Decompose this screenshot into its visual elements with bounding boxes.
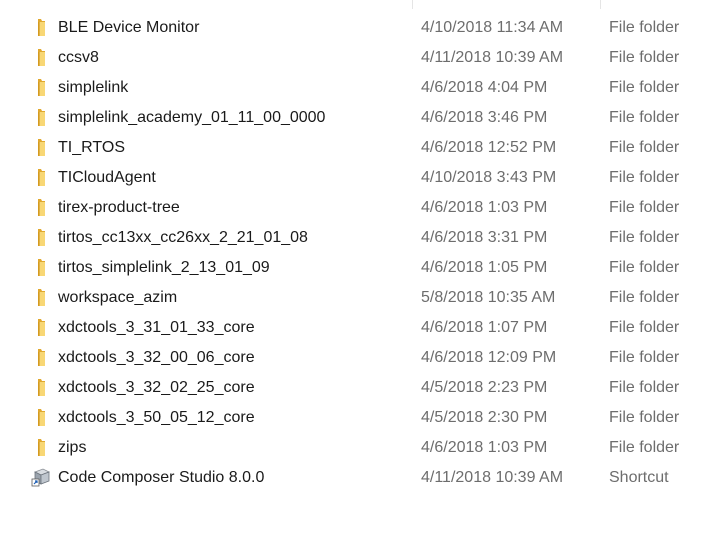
- file-type: File folder: [609, 319, 680, 336]
- file-date-modified: 4/10/2018 11:34 AM: [421, 19, 564, 36]
- file-name[interactable]: xdctools_3_31_01_33_core: [58, 313, 255, 343]
- file-date-modified: 4/6/2018 12:09 PM: [421, 349, 557, 366]
- file-name[interactable]: zips: [58, 433, 86, 463]
- file-date-modified: 4/6/2018 1:03 PM: [421, 199, 548, 216]
- file-date-modified: 4/10/2018 3:43 PM: [421, 169, 557, 186]
- file-row[interactable]: TI_RTOS 4/6/2018 12:52 PM File folder: [0, 133, 712, 163]
- file-row[interactable]: Code Composer Studio 8.0.0 4/11/2018 10:…: [0, 463, 712, 493]
- file-row[interactable]: ccsv8 4/11/2018 10:39 AM File folder: [0, 43, 712, 73]
- file-name[interactable]: BLE Device Monitor: [58, 13, 199, 43]
- folder-icon: [31, 137, 51, 157]
- folder-icon: [31, 47, 51, 67]
- file-type: File folder: [609, 349, 680, 366]
- file-type: Shortcut: [609, 469, 669, 486]
- folder-icon: [31, 77, 51, 97]
- file-type: File folder: [609, 109, 680, 126]
- file-row[interactable]: tirtos_cc13xx_cc26xx_2_21_01_08 4/6/2018…: [0, 223, 712, 253]
- file-type: File folder: [609, 289, 680, 306]
- file-name[interactable]: TICloudAgent: [58, 163, 156, 193]
- file-date-modified: 4/6/2018 3:31 PM: [421, 229, 548, 246]
- file-type: File folder: [609, 379, 680, 396]
- file-row[interactable]: xdctools_3_32_00_06_core 4/6/2018 12:09 …: [0, 343, 712, 373]
- column-divider-date[interactable]: [412, 0, 413, 9]
- file-name[interactable]: tirtos_simplelink_2_13_01_09: [58, 253, 270, 283]
- file-date-modified: 4/6/2018 12:52 PM: [421, 139, 557, 156]
- file-type: File folder: [609, 259, 680, 276]
- file-date-modified: 5/8/2018 10:35 AM: [421, 289, 556, 306]
- file-date-modified: 4/11/2018 10:39 AM: [421, 49, 564, 66]
- file-date-modified: 4/6/2018 4:04 PM: [421, 79, 548, 96]
- file-date-modified: 4/6/2018 1:05 PM: [421, 259, 548, 276]
- folder-icon: [31, 107, 51, 127]
- file-type: File folder: [609, 19, 680, 36]
- file-row[interactable]: simplelink 4/6/2018 4:04 PM File folder: [0, 73, 712, 103]
- file-name[interactable]: xdctools_3_32_02_25_core: [58, 373, 255, 403]
- file-date-modified: 4/11/2018 10:39 AM: [421, 469, 564, 486]
- file-type: File folder: [609, 439, 680, 456]
- file-name[interactable]: TI_RTOS: [58, 133, 125, 163]
- file-name[interactable]: xdctools_3_50_05_12_core: [58, 403, 255, 433]
- file-row[interactable]: tirtos_simplelink_2_13_01_09 4/6/2018 1:…: [0, 253, 712, 283]
- file-row[interactable]: BLE Device Monitor 4/10/2018 11:34 AM Fi…: [0, 13, 712, 43]
- file-date-modified: 4/5/2018 2:23 PM: [421, 379, 548, 396]
- file-type: File folder: [609, 199, 680, 216]
- file-type: File folder: [609, 49, 680, 66]
- file-row[interactable]: zips 4/6/2018 1:03 PM File folder: [0, 433, 712, 463]
- folder-icon: [31, 317, 51, 337]
- folder-icon: [31, 407, 51, 427]
- file-row[interactable]: xdctools_3_31_01_33_core 4/6/2018 1:07 P…: [0, 313, 712, 343]
- folder-icon: [31, 17, 51, 37]
- file-row[interactable]: tirex-product-tree 4/6/2018 1:03 PM File…: [0, 193, 712, 223]
- folder-icon: [31, 287, 51, 307]
- folder-icon: [31, 167, 51, 187]
- folder-icon: [31, 437, 51, 457]
- file-date-modified: 4/6/2018 3:46 PM: [421, 109, 548, 126]
- file-name[interactable]: Code Composer Studio 8.0.0: [58, 463, 264, 493]
- file-name[interactable]: simplelink: [58, 73, 128, 103]
- folder-icon: [31, 227, 51, 247]
- file-row[interactable]: workspace_azim 5/8/2018 10:35 AM File fo…: [0, 283, 712, 313]
- file-date-modified: 4/6/2018 1:07 PM: [421, 319, 548, 336]
- file-name[interactable]: tirtos_cc13xx_cc26xx_2_21_01_08: [58, 223, 308, 253]
- file-row[interactable]: xdctools_3_32_02_25_core 4/5/2018 2:23 P…: [0, 373, 712, 403]
- file-name[interactable]: simplelink_academy_01_11_00_0000: [58, 103, 325, 133]
- file-type: File folder: [609, 169, 680, 186]
- file-date-modified: 4/5/2018 2:30 PM: [421, 409, 548, 426]
- file-type: File folder: [609, 79, 680, 96]
- file-type: File folder: [609, 139, 680, 156]
- file-type: File folder: [609, 409, 680, 426]
- file-row[interactable]: TICloudAgent 4/10/2018 3:43 PM File fold…: [0, 163, 712, 193]
- folder-icon: [31, 257, 51, 277]
- file-row[interactable]: simplelink_academy_01_11_00_0000 4/6/201…: [0, 103, 712, 133]
- file-list: BLE Device Monitor 4/10/2018 11:34 AM Fi…: [0, 13, 712, 493]
- file-name[interactable]: xdctools_3_32_00_06_core: [58, 343, 255, 373]
- file-name[interactable]: tirex-product-tree: [58, 193, 180, 223]
- file-name[interactable]: workspace_azim: [58, 283, 177, 313]
- file-name[interactable]: ccsv8: [58, 43, 99, 73]
- folder-icon: [31, 377, 51, 397]
- folder-icon: [31, 347, 51, 367]
- file-date-modified: 4/6/2018 1:03 PM: [421, 439, 548, 456]
- file-row[interactable]: xdctools_3_50_05_12_core 4/5/2018 2:30 P…: [0, 403, 712, 433]
- folder-icon: [31, 197, 51, 217]
- file-type: File folder: [609, 229, 680, 246]
- shortcut-app-icon: [31, 467, 51, 487]
- column-divider-type[interactable]: [600, 0, 601, 9]
